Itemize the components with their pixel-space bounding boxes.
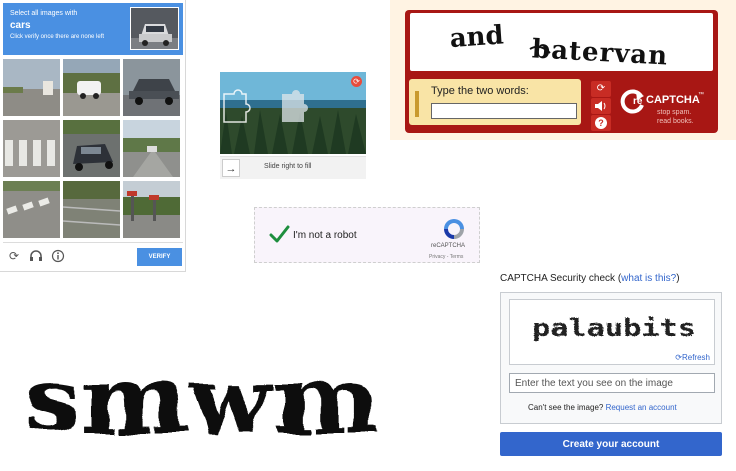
tagline-stop-spam: stop spam. (657, 109, 692, 116)
not-robot-label: I'm not a robot (293, 230, 357, 241)
classic-logo-re: re (633, 96, 643, 107)
distorted-word: smwm (24, 360, 380, 450)
word-1: and (449, 20, 505, 54)
refresh-icon[interactable]: ⟳ (591, 81, 611, 97)
classic-logo-tm: ™ (698, 92, 704, 98)
what-is-this-link[interactable]: what is this? (621, 273, 676, 284)
audio-icon[interactable] (29, 249, 43, 263)
puzzle-background-image: ⟳ (220, 72, 366, 154)
refresh-icon: ⟳ (675, 353, 682, 362)
verify-button[interactable]: VERIFY (137, 248, 182, 266)
slider-hint: Slide right to fill (264, 163, 312, 170)
grid-tile[interactable] (63, 181, 120, 238)
grid-tile[interactable] (3, 120, 60, 177)
slider-track[interactable]: → Slide right to fill (220, 156, 366, 179)
prompt-arrow-bar (415, 91, 419, 117)
help-icon[interactable]: ? (591, 115, 611, 131)
grid-instruction-line1: Select all images with (10, 10, 78, 17)
info-icon[interactable] (51, 249, 65, 263)
grid-tile[interactable] (63, 120, 120, 177)
refresh-label: Refresh (681, 353, 710, 362)
captcha-panel: palaubits ⟳Refresh Can't see the image? … (500, 292, 722, 424)
captcha-image: palaubits ⟳Refresh (509, 299, 715, 365)
create-account-button[interactable]: Create your account (500, 432, 722, 456)
checkmark-icon[interactable] (268, 223, 290, 245)
tagline-read-books: read books. (657, 118, 694, 125)
grid-instruction-line3: Click verify once there are none left (10, 34, 105, 40)
answer-prompt: Type the two words: (431, 85, 529, 97)
slider-handle[interactable]: → (222, 159, 240, 177)
captcha-answer-input[interactable] (509, 373, 715, 393)
request-account-link[interactable]: Request an account (606, 403, 677, 412)
audio-icon[interactable] (591, 98, 611, 114)
title-suffix: ) (676, 273, 680, 284)
distorted-words-image: and batervan (410, 13, 713, 72)
distorted-text-captcha: smwm (20, 346, 390, 454)
grid-tile[interactable] (63, 59, 120, 116)
grid-tile[interactable] (123, 120, 180, 177)
grid-footer: ⟳ VERIFY (3, 242, 183, 271)
answer-prompt-box: Type the two words: (409, 79, 581, 125)
classic-recaptcha: and batervan Type the two words: ⟳ ? re … (405, 10, 718, 133)
checkbox-captcha: I'm not a robot reCAPTCHA Privacy - Term… (254, 207, 480, 263)
recaptcha-logo-icon (441, 216, 467, 242)
security-check-title: CAPTCHA Security check (what is this?) (500, 273, 680, 284)
grid-tile[interactable] (3, 59, 60, 116)
grid-target-word: cars (10, 20, 31, 31)
slider-refresh-icon[interactable]: ⟳ (351, 76, 362, 87)
security-check-captcha: CAPTCHA Security check (what is this?) p… (500, 270, 726, 465)
sample-car-thumbnail (130, 7, 179, 50)
classic-logo-main: CAPTCHA (646, 94, 700, 106)
word-2: batervan (531, 34, 669, 71)
grid-instruction-header: Select all images with cars Click verify… (3, 3, 183, 55)
grid-tile[interactable] (123, 59, 180, 116)
help-glyph: ? (595, 117, 607, 129)
reload-icon[interactable]: ⟳ (7, 249, 21, 263)
slider-puzzle-captcha: ⟳ → Slide right to fill (220, 72, 366, 180)
privacy-terms-links[interactable]: Privacy - Terms (429, 254, 463, 260)
title-prefix: CAPTCHA Security check ( (500, 273, 622, 284)
image-grid-captcha: Select all images with cars Click verify… (0, 0, 186, 272)
grid-tile[interactable] (3, 181, 60, 238)
help-prefix: Can't see the image? (528, 403, 606, 412)
captcha-image-text: palaubits (532, 314, 696, 342)
refresh-link[interactable]: ⟳Refresh (675, 353, 710, 362)
grid-tile[interactable] (123, 181, 180, 238)
answer-input[interactable] (431, 103, 577, 119)
recaptcha-brand: reCAPTCHA (431, 243, 466, 249)
cant-see-image-help: Can't see the image? Request an account (528, 403, 677, 412)
